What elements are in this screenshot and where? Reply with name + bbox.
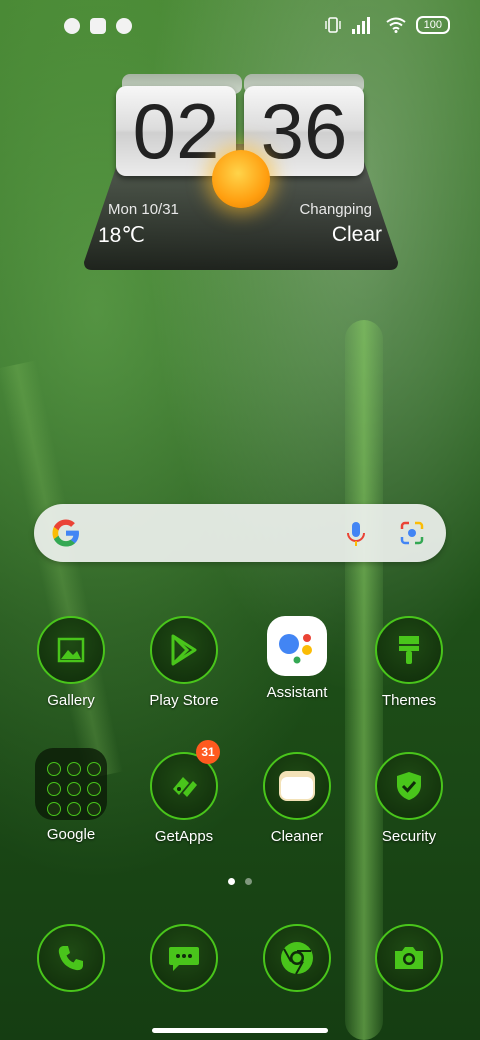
app-label: Gallery [47,692,95,709]
status-bar: 100 [0,12,480,42]
page-indicator[interactable] [228,878,252,885]
app-security[interactable]: Security [354,752,464,845]
clock-weather-widget[interactable]: 02 36 Mon 10/31 Changping 18℃ Clear [84,70,398,270]
app-label: Security [381,828,437,845]
battery-indicator: 100 [415,16,450,34]
cleaner-icon [263,752,331,820]
notification-icons [64,18,132,34]
app-cleaner[interactable]: Cleaner [242,752,352,845]
page-dot [245,878,252,885]
location-label: Changping [299,201,372,218]
phone-icon [37,924,105,992]
messages-icon [150,924,218,992]
camera-icon [375,924,443,992]
chrome-icon [263,924,331,992]
date-label: Mon 10/31 [108,201,179,218]
gallery-icon [37,616,105,684]
app-label: Themes [381,692,437,709]
wifi-icon [386,17,406,33]
gesture-navigation-bar[interactable] [152,1028,328,1033]
app-assistant[interactable]: Assistant [242,616,352,701]
dock-camera[interactable] [354,924,464,992]
notification-badge: 31 [196,740,220,764]
notification-icon [116,18,132,34]
getapps-icon: 31 [150,740,220,820]
signal-icon [351,16,376,34]
play-store-icon [150,616,218,684]
assistant-icon [267,616,327,676]
app-getapps[interactable]: 31 GetApps [129,740,239,845]
notification-icon [90,18,106,34]
condition-label: Clear [331,223,382,246]
google-logo-icon [52,519,79,547]
security-icon [375,752,443,820]
app-label: Play Store [149,692,219,709]
temperature-label: 18℃ [98,224,145,247]
wallpaper-blur [0,360,124,780]
dock-phone[interactable] [16,924,126,992]
system-icons: 100 [324,16,450,34]
dock-messages[interactable] [129,924,239,992]
vibrate-icon [324,17,341,33]
sun-icon [212,150,270,208]
voice-search-icon[interactable] [344,520,368,548]
app-label: Assistant [266,684,328,701]
app-google-folder[interactable]: Google [16,748,126,843]
google-search-bar[interactable] [34,504,446,562]
app-themes[interactable]: Themes [354,616,464,709]
app-label: GetApps [154,828,214,845]
app-play-store[interactable]: Play Store [129,616,239,709]
google-lens-icon[interactable] [398,519,426,547]
app-label: Google [46,826,96,843]
app-label: Cleaner [270,828,324,845]
google-folder-icon [35,748,107,820]
app-gallery[interactable]: Gallery [16,616,126,709]
themes-icon [375,616,443,684]
notification-icon [64,18,80,34]
page-dot-active [228,878,235,885]
dock-chrome[interactable] [242,924,352,992]
